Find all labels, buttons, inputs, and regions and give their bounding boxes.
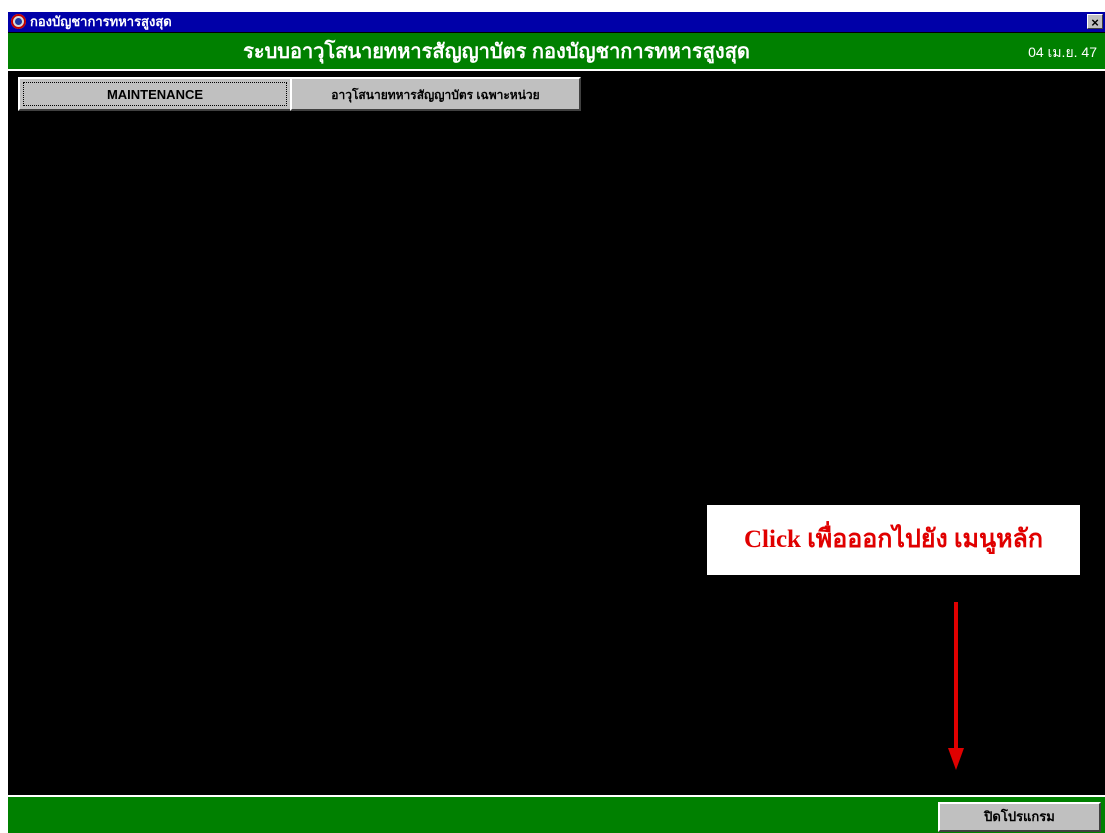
title-bar: กองบัญชาการทหารสูงสุด × xyxy=(8,12,1105,32)
current-date: 04 เม.ย. 47 xyxy=(1028,44,1097,60)
maintenance-button[interactable]: MAINTENANCE xyxy=(18,77,292,111)
arrow-down-icon xyxy=(948,748,964,770)
close-button[interactable]: × xyxy=(1087,14,1103,30)
unit-seniority-button[interactable]: อาวุโสนายทหารสัญญาบัตร เฉพาะหน่วย xyxy=(290,77,581,111)
app-emblem-icon xyxy=(11,14,26,29)
exit-program-button[interactable]: ปิดโปรแกรม xyxy=(938,802,1101,832)
system-title: ระบบอาวุโสนายทหารสัญญาบัตร กองบัญชาการทห… xyxy=(243,41,750,63)
main-window: กองบัญชาการทหารสูงสุด × ระบบอาวุโสนายทหา… xyxy=(8,12,1105,833)
window-title: กองบัญชาการทหารสูงสุด xyxy=(30,14,172,29)
annotation-callout: Click เพื่อออกไปยัง เมนูหลัก xyxy=(707,505,1080,575)
annotation-arrow xyxy=(954,602,958,752)
header-bar: ระบบอาวุโสนายทหารสัญญาบัตร กองบัญชาการทห… xyxy=(8,33,1105,71)
footer-bar: ปิดโปรแกรม xyxy=(8,795,1105,833)
